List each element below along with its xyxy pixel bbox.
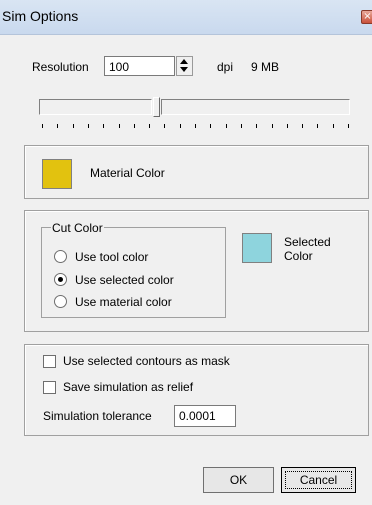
slider-tick [179,124,181,128]
mask-checkbox-label[interactable]: Use selected contours as mask [63,354,230,368]
slider-tick [42,124,43,128]
cut-color-group-title: Cut Color [51,221,104,235]
cancel-button[interactable]: Cancel [281,467,356,493]
title-bar[interactable]: Sim Options × [0,0,372,35]
slider-tick [118,124,120,128]
memory-size: 9 MB [251,60,280,74]
material-color-swatch[interactable] [42,159,72,189]
resolution-input[interactable]: 100 [104,56,175,76]
resolution-slider-thumb[interactable] [153,97,160,117]
material-color-label: Material Color [90,166,165,180]
slider-tick [87,124,89,128]
radio-label-material-color[interactable]: Use material color [75,295,172,309]
radio-use-selected-color[interactable] [54,273,67,286]
window-title: Sim Options [2,8,79,24]
radio-label-tool-color[interactable]: Use tool color [75,250,148,264]
material-color-panel [24,145,369,199]
ok-button[interactable]: OK [203,467,274,493]
slider-track-left[interactable] [39,99,152,115]
spin-down-icon[interactable] [180,67,188,72]
close-icon[interactable]: × [361,10,372,24]
slider-tick [103,124,105,128]
slider-tick [57,124,59,128]
slider-tick [133,124,135,128]
slider-tick [149,124,151,128]
relief-checkbox-label[interactable]: Save simulation as relief [63,380,193,394]
spin-up-icon[interactable] [180,59,188,64]
selected-color-label-line2: Color [284,249,313,263]
resolution-spinner[interactable] [176,56,193,76]
slider-tick [240,124,242,128]
slider-tick [332,124,334,128]
slider-tick [164,124,166,128]
tolerance-input[interactable]: 0.0001 [174,405,236,427]
tolerance-label: Simulation tolerance [43,409,152,423]
slider-tick [302,124,304,128]
slider-tick [286,124,288,128]
slider-tick [210,124,212,128]
selected-color-swatch[interactable] [242,233,272,263]
radio-label-selected-color[interactable]: Use selected color [75,273,174,287]
selected-color-label-line1: Selected [284,235,331,249]
mask-checkbox[interactable] [43,355,56,368]
relief-checkbox[interactable] [43,381,56,394]
slider-tick [271,124,273,128]
slider-tick [195,124,196,128]
radio-use-tool-color[interactable] [54,250,67,263]
radio-use-material-color[interactable] [54,295,67,308]
slider-tick [225,124,227,128]
slider-tick [317,124,319,128]
resolution-label: Resolution [32,60,89,74]
focus-rect [285,471,352,489]
slider-tick [72,124,74,128]
slider-track-right[interactable] [161,99,350,115]
slider-tick [256,124,258,128]
resolution-unit: dpi [217,60,234,74]
slider-tick [348,124,349,128]
sim-options-dialog: Sim Options × Resolution 100 dpi 9 MB Ma… [0,0,372,505]
